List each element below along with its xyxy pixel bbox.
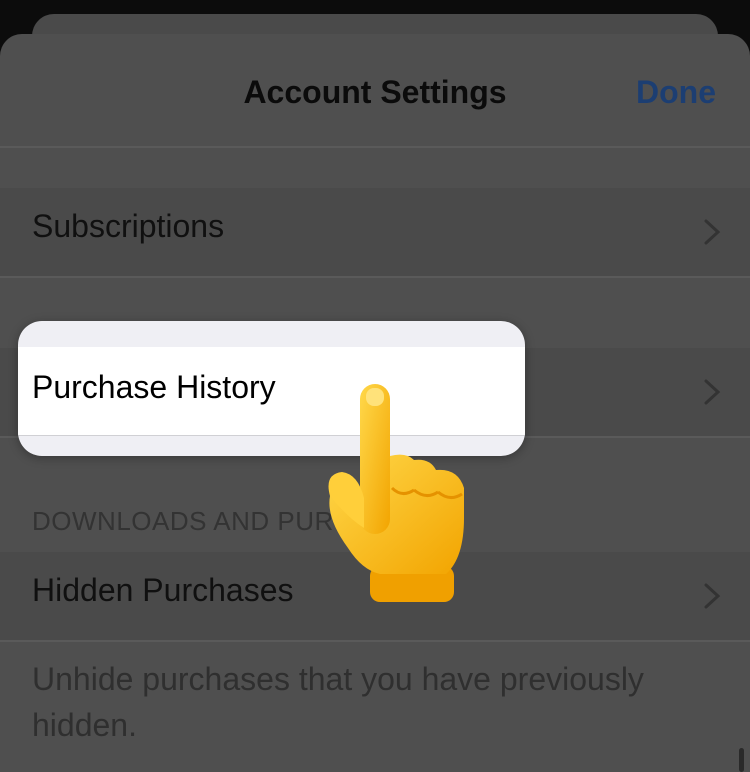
done-button[interactable]: Done xyxy=(636,74,716,111)
chevron-right-icon xyxy=(704,379,721,405)
row-divider xyxy=(0,640,750,642)
scroll-indicator xyxy=(739,748,744,772)
hidden-purchases-footnote: Unhide purchases that you have previousl… xyxy=(32,661,644,743)
pointing-hand-icon xyxy=(328,384,464,602)
subscriptions-label: Subscriptions xyxy=(32,208,225,244)
chevron-right-icon xyxy=(704,583,721,609)
hidden-purchases-label: Hidden Purchases xyxy=(32,572,294,608)
row-divider xyxy=(0,276,750,278)
nav-divider xyxy=(0,146,750,148)
subscriptions-row[interactable]: Subscriptions xyxy=(0,188,750,276)
purchase-history-label: Purchase History xyxy=(32,369,276,405)
chevron-right-icon xyxy=(704,219,721,245)
